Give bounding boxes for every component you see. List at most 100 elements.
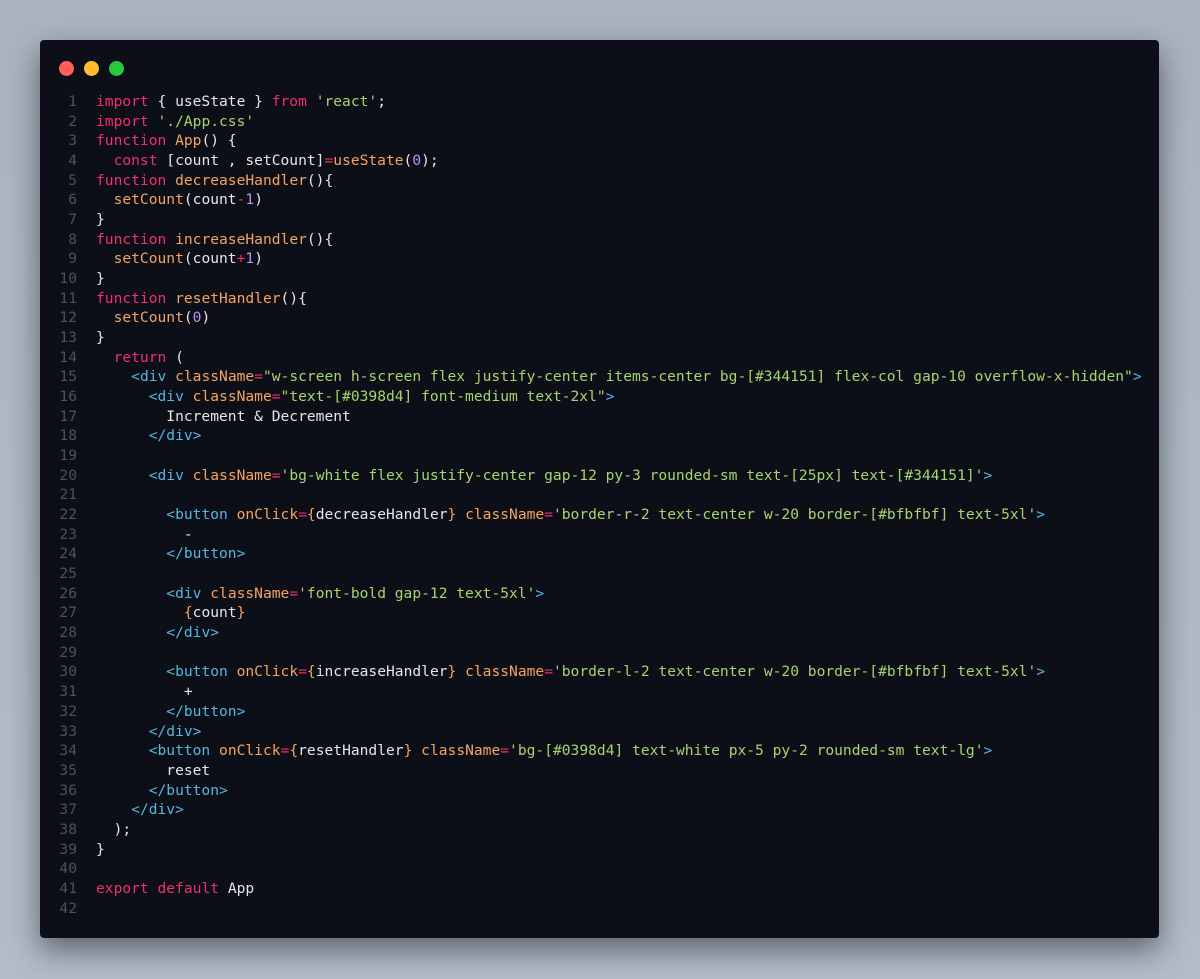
code-token: onClick <box>236 506 299 524</box>
code-token: className <box>175 368 255 386</box>
line-number: 37 <box>59 801 77 819</box>
code-line: 24 </button> <box>40 544 1159 564</box>
code-line: 32 </button> <box>40 702 1159 722</box>
code-text: </button> <box>96 781 228 801</box>
code-text: <div className='font-bold gap-12 text-5x… <box>96 584 544 604</box>
code-text: import { useState } from 'react'; <box>96 92 386 112</box>
code-line: 27 {count} <box>40 603 1159 623</box>
code-token: } <box>96 329 105 347</box>
code-line: 26 <div className='font-bold gap-12 text… <box>40 584 1159 604</box>
line-number: 18 <box>59 427 77 445</box>
code-token: ( <box>183 309 193 327</box>
code-token: + <box>96 683 193 701</box>
line-number: 32 <box>59 702 77 720</box>
code-line: 39} <box>40 840 1159 860</box>
code-line: 41 export default App <box>40 879 1159 899</box>
code-token: <div <box>148 388 184 406</box>
code-token: = <box>324 152 334 170</box>
code-token: import <box>96 112 149 130</box>
code-token: } <box>236 604 246 622</box>
code-line: 35 reset <box>40 761 1159 781</box>
code-text: <button onClick={increaseHandler} classN… <box>96 662 1045 682</box>
code-line: 15 <div className="w-screen h-screen fle… <box>40 367 1159 387</box>
code-line: 23 - <box>40 525 1159 545</box>
line-number: 9 <box>68 250 77 268</box>
line-number: 20 <box>59 466 77 484</box>
code-line: 30 <button onClick={increaseHandler} cla… <box>40 662 1159 682</box>
line-number: 2 <box>68 112 77 130</box>
code-text: <div className="w-screen h-screen flex j… <box>96 367 1141 387</box>
code-token: </div> <box>148 427 202 445</box>
line-number: 6 <box>68 191 77 209</box>
code-token: className <box>421 742 501 760</box>
code-token: reset <box>96 761 211 779</box>
code-token: 'border-l-2 text-center w-20 border-[#bf… <box>552 663 1037 681</box>
code-text: <div className="text-[#0398d4] font-medi… <box>96 387 615 407</box>
code-token: import <box>96 93 149 110</box>
code-token: increaseHandler <box>175 230 307 248</box>
code-line: 2 import './App.css' <box>40 112 1159 132</box>
code-line: 18 </div> <box>40 426 1159 446</box>
code-editor: 1 import { useState } from 'react'; 2 impor… <box>40 92 1159 918</box>
minimize-dot-icon[interactable] <box>84 61 99 76</box>
code-text: } <box>96 840 105 860</box>
code-token: - <box>96 525 193 543</box>
line-number: 42 <box>59 899 77 917</box>
line-number: 30 <box>59 663 77 681</box>
code-token: onClick <box>219 742 281 760</box>
code-token: function <box>96 171 167 189</box>
code-token: = <box>289 584 299 602</box>
maximize-dot-icon[interactable] <box>109 61 124 76</box>
code-token: <button <box>166 663 228 681</box>
code-line: 22 <button onClick={decreaseHandler} cla… <box>40 505 1159 525</box>
code-text: </div> <box>96 623 219 643</box>
code-line: 10} <box>40 269 1159 289</box>
code-token: { <box>306 663 316 681</box>
code-token: = <box>298 506 307 524</box>
code-token: = <box>298 663 307 681</box>
code-token: return <box>113 348 167 366</box>
code-line: 38 ); <box>40 820 1159 840</box>
code-token: > <box>535 584 545 602</box>
code-token: ; <box>377 93 386 110</box>
code-line: 31 + <box>40 682 1159 702</box>
code-line: 7} <box>40 210 1159 230</box>
code-line: 36 </button> <box>40 781 1159 801</box>
code-token: "text-[#0398d4] font-medium text-2xl" <box>280 388 606 406</box>
line-number: 21 <box>59 486 77 504</box>
code-token: className <box>465 506 545 524</box>
code-token: { <box>306 506 316 524</box>
code-line: 19 <box>40 446 1159 466</box>
code-line: 42 <box>40 899 1159 919</box>
code-token: > <box>1036 663 1046 681</box>
code-token: (){ <box>306 171 334 189</box>
code-token: className <box>192 388 272 406</box>
code-token: } <box>447 663 457 681</box>
line-number: 5 <box>68 171 77 189</box>
code-text: function increaseHandler(){ <box>96 230 333 250</box>
line-number: 34 <box>59 742 77 760</box>
code-text: reset <box>96 761 210 781</box>
line-number: 13 <box>59 329 77 347</box>
code-token: setCount <box>113 191 184 209</box>
close-dot-icon[interactable] <box>59 61 74 76</box>
code-line: 21 <box>40 485 1159 505</box>
code-token: App <box>219 879 255 897</box>
line-number: 27 <box>59 604 77 622</box>
code-text: + <box>96 682 193 702</box>
code-token: "w-screen h-screen flex justify-center i… <box>262 368 1133 386</box>
code-token: { useState } <box>148 93 272 110</box>
code-token: ) <box>254 250 263 268</box>
